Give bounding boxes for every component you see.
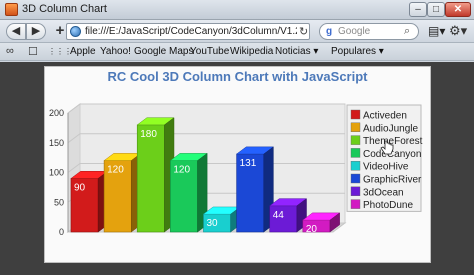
address-bar[interactable]: file:///E:/JavaScript/CodeCanyon/3dColum…: [66, 23, 310, 40]
forward-button[interactable]: ▶: [26, 23, 46, 40]
chart-title: RC Cool 3D Column Chart with JavaScript: [107, 69, 368, 84]
navigation-bar: ◀ ▶ + file:///E:/JavaScript/CodeCanyon/3…: [0, 20, 474, 43]
hand-cursor-icon: [380, 140, 394, 155]
google-icon[interactable]: g: [326, 26, 332, 37]
search-input[interactable]: g Google ⌕: [319, 23, 419, 40]
page-menu-icon[interactable]: ▤▾: [428, 24, 445, 38]
top-sites-grid-icon[interactable]: ⋮⋮⋮: [48, 47, 72, 56]
bookmark-google-maps[interactable]: Google Maps: [134, 46, 193, 57]
bookmark-wikipedia[interactable]: Wikipedia: [230, 46, 273, 57]
search-placeholder[interactable]: Google: [338, 26, 370, 37]
bookmark-yahoo[interactable]: Yahoo!: [100, 46, 131, 57]
globe-icon: [70, 26, 81, 37]
url-text[interactable]: file:///E:/JavaScript/CodeCanyon/3dColum…: [85, 26, 297, 37]
gear-icon[interactable]: ⚙▾: [449, 23, 467, 39]
bookmarks-book-icon[interactable]: ☐: [28, 45, 38, 58]
back-button[interactable]: ◀: [6, 23, 26, 40]
bookmark-apple[interactable]: Apple: [70, 46, 96, 57]
reading-list-icon[interactable]: ∞: [6, 45, 14, 57]
reload-icon[interactable]: ↻: [299, 25, 308, 38]
bookmark-youtube[interactable]: YouTube: [190, 46, 229, 57]
bookmark-noticias[interactable]: Noticias ▾: [275, 46, 318, 57]
browser-window: 3D Column Chart – □ ✕ ◀ ▶ + file:///E:/J…: [0, 0, 474, 275]
maximize-button[interactable]: □: [427, 2, 445, 17]
chart-card: [44, 66, 431, 263]
minimize-button[interactable]: –: [409, 2, 427, 17]
bookmark-populares[interactable]: Populares ▾: [331, 46, 384, 57]
bookmarks-bar: ∞ ☐ ⋮⋮⋮ Apple Yahoo! Google Maps YouTube…: [0, 43, 474, 61]
window-title: 3D Column Chart: [22, 3, 107, 15]
search-icon[interactable]: ⌕: [404, 25, 410, 38]
app-icon: [5, 3, 18, 16]
close-button[interactable]: ✕: [445, 2, 471, 17]
title-bar: 3D Column Chart – □ ✕: [0, 0, 474, 20]
